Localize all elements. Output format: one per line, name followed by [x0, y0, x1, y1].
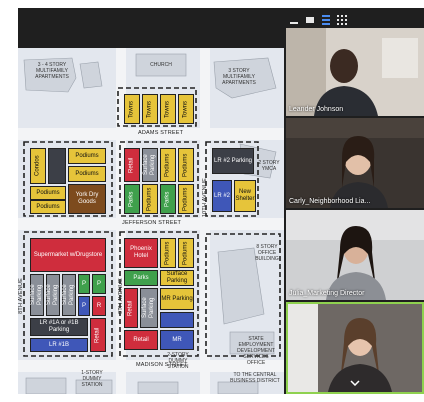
block-parks-2: Parks	[160, 184, 176, 214]
block-york-dry-goods: York Dry Goods	[68, 184, 106, 214]
screenshot: ADAMS STREET JEFFERSON STREET MADISON ST…	[0, 0, 424, 402]
multifamily-label: 3 - 4 STORY MULTIFAMILY APARTMENTS	[35, 62, 69, 80]
block-blue-1	[160, 312, 194, 328]
participant-video	[286, 118, 424, 208]
speaker-view-icon[interactable]	[320, 14, 332, 26]
block-surface-parking-3: Surface Parking	[46, 274, 60, 316]
block-podiums-9: Podiums	[160, 238, 176, 268]
central-district-label: TO THE CENTRAL BUSINESS DISTRICT	[230, 372, 280, 384]
block-podiums-2: Podiums	[68, 166, 106, 182]
church-label: CHURCH	[150, 62, 172, 68]
block-surface-parking-5: Surface Parking	[160, 270, 194, 286]
block-p-2: P	[92, 274, 106, 294]
block-podiums-3: Podiums	[30, 186, 66, 200]
block-phoenix-hotel: Phoenix Hotel	[124, 238, 158, 268]
dummy-station-left-label: 1-STORY DUMMY STATION	[81, 370, 103, 388]
block-podiums-10: Podiums	[178, 238, 194, 268]
tenth-avenue-label: 10TH AVENUE	[202, 178, 208, 218]
block-podiums-1: Podiums	[68, 148, 106, 164]
ymca-label: 2 STORY YMCA	[258, 160, 280, 172]
eighth-avenue-label: 8TH AVENUE	[18, 278, 24, 314]
jefferson-street-label: JEFFERSON STREET	[122, 220, 182, 226]
participant-name: Julia_Marketing Director	[289, 290, 365, 297]
block-parks-1: Parks	[124, 184, 140, 214]
block-podiums-7: Podiums	[142, 184, 158, 214]
restore-icon[interactable]	[304, 14, 316, 26]
participant-tile-active[interactable]	[286, 302, 424, 394]
block-surface-parking-4: Surface Parking	[62, 274, 76, 316]
block-towns-4: Towns	[178, 94, 194, 124]
block-p-3: P	[78, 296, 90, 316]
block-lr1-parking: LR #1A or #1B Parking	[30, 318, 88, 336]
block-podiums-4: Podiums	[30, 200, 66, 214]
meeting-window: ADAMS STREET JEFFERSON STREET MADISON ST…	[18, 8, 424, 394]
block-surface-parking-2: Surface Parking	[30, 274, 44, 316]
block-r: R	[92, 296, 106, 316]
participant-tile[interactable]: Julia_Marketing Director	[286, 210, 424, 300]
participant-name: Leander Johnson	[289, 106, 344, 113]
chevron-down-icon[interactable]	[347, 378, 363, 388]
block-new-shelter: New Shelter	[234, 180, 256, 212]
block-parks-3: Parks	[124, 270, 158, 286]
block-dark-1	[48, 148, 66, 184]
block-podiums-6: Podiums	[178, 148, 194, 182]
block-retail-3: Retail	[124, 288, 138, 328]
participant-name: Carly_Neighborhood Lia...	[289, 198, 371, 205]
multifamily-right-label: 3 STORY MULTIFAMILY APARTMENTS	[222, 68, 256, 86]
office-building-label: 8 STORY OFFICE BUILDING	[255, 244, 279, 262]
adams-street-label: ADAMS STREET	[138, 130, 184, 136]
block-lr2: LR #2	[212, 180, 232, 212]
block-surface-parking-6: Surface Parking	[140, 288, 158, 328]
block-p-1: P	[78, 274, 90, 294]
participant-video	[286, 210, 424, 300]
block-towns-1: Towns	[124, 94, 140, 124]
participant-tile[interactable]: Carly_Neighborhood Lia...	[286, 118, 424, 208]
block-mr: MR	[160, 330, 194, 350]
block-podiums-8: Podiums	[178, 184, 194, 214]
gallery-view-icon[interactable]	[336, 14, 348, 26]
block-retail-2: Retail	[90, 318, 106, 352]
block-towns-2: Towns	[142, 94, 158, 124]
shared-screen-map: ADAMS STREET JEFFERSON STREET MADISON ST…	[18, 48, 284, 394]
block-towns-3: Towns	[160, 94, 176, 124]
block-podiums-5: Podiums	[160, 148, 176, 182]
block-condos: Condos	[30, 148, 46, 184]
block-retail-1: Retail	[124, 148, 140, 182]
participant-video	[286, 28, 424, 116]
minimize-icon[interactable]	[288, 14, 300, 26]
block-retail-4: Retail	[124, 330, 158, 350]
participant-tile[interactable]: Leander Johnson	[286, 28, 424, 116]
block-supermarket: Supermarket w/Drugstore	[30, 238, 106, 272]
state-office-label: STATE EMPLOYMENT DEVELOPMENT SERVICES OF…	[237, 336, 275, 366]
block-lr2-parking: LR #2 Parking	[212, 148, 254, 174]
block-lr1b: LR #1B	[30, 338, 88, 352]
block-surface-parking-1: Surface Parking	[142, 148, 158, 182]
dummy-station-mid-label: 2-STORY DUMMY STATION	[167, 352, 189, 370]
block-mr-parking: MR Parking	[160, 288, 194, 310]
